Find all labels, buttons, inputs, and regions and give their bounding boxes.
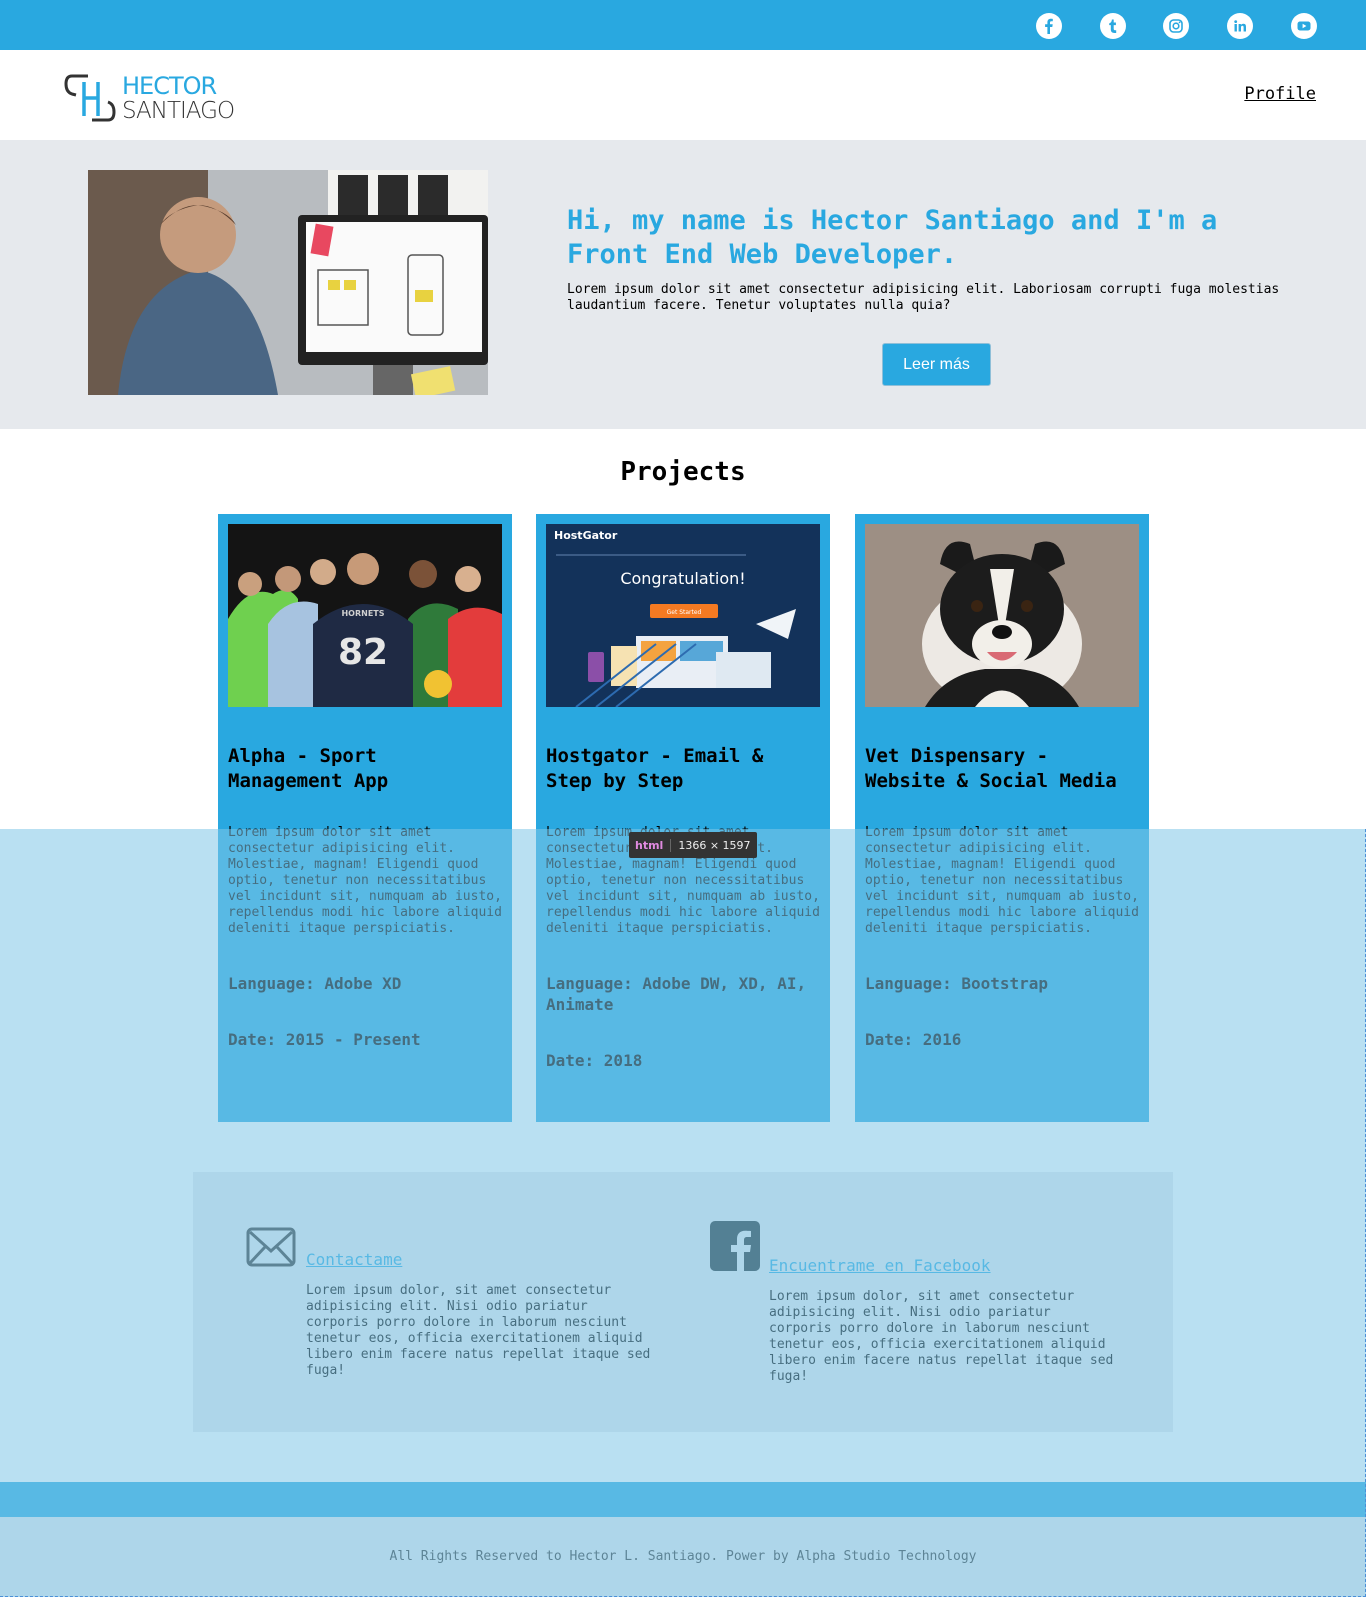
projects-heading: Projects bbox=[620, 457, 746, 487]
project-card-alpha[interactable]: 82 HORNETS Alpha - Sport Management App … bbox=[218, 514, 512, 1122]
linkedin-icon[interactable] bbox=[1227, 13, 1253, 39]
svg-text:82: 82 bbox=[338, 632, 388, 673]
project-date: Date: 2016 bbox=[865, 1030, 962, 1049]
social-bar bbox=[0, 0, 1366, 50]
contact-section: Contactame Lorem ipsum dolor, sit amet c… bbox=[193, 1172, 1173, 1432]
project-language: Language: Adobe DW, XD, AI, Animate bbox=[546, 974, 807, 1014]
project-image-vet bbox=[865, 524, 1139, 707]
hero-image bbox=[88, 170, 488, 395]
nav-profile-link[interactable]: Profile bbox=[1244, 84, 1316, 104]
hostgator-headline: Congratulation! bbox=[620, 569, 745, 588]
footer-bar bbox=[0, 1482, 1366, 1517]
devtools-tag-name: html bbox=[635, 838, 672, 852]
project-card-vet[interactable]: Vet Dispensary - Website & Social Media … bbox=[855, 514, 1149, 1122]
project-date: Date: 2015 - Present bbox=[228, 1030, 421, 1049]
logo-text-first: HECTOR bbox=[122, 72, 217, 100]
project-description: Lorem ipsum dolor sit amet consectetur a… bbox=[865, 825, 1139, 936]
hero-section: Hi, my name is Hector Santiago and I'm a… bbox=[0, 140, 1366, 429]
svg-text:HORNETS: HORNETS bbox=[341, 609, 384, 618]
project-image-alpha: 82 HORNETS bbox=[228, 524, 502, 707]
read-more-button[interactable]: Leer más bbox=[882, 343, 991, 386]
youtube-icon[interactable] bbox=[1291, 13, 1317, 39]
contact-facebook-link[interactable]: Encuentrame en Facebook bbox=[769, 1256, 991, 1275]
hostgator-cta: Get Started bbox=[667, 609, 702, 616]
devtools-element-size: 1366 × 1597 bbox=[678, 838, 751, 852]
project-description: Lorem ipsum dolor sit amet consectetur a… bbox=[228, 825, 502, 936]
project-language: Language: Bootstrap bbox=[865, 974, 1049, 993]
site-header: HECTOR SANTIAGO Profile bbox=[0, 50, 1366, 140]
project-image-hostgator: HostGator Congratulation! Get Started bbox=[546, 524, 820, 707]
contact-email-text: Lorem ipsum dolor, sit amet consectetur … bbox=[306, 1283, 651, 1378]
logo-text-last: SANTIAGO bbox=[122, 98, 235, 124]
project-card-hostgator[interactable]: HostGator Congratulation! Get Started Ho… bbox=[536, 514, 830, 1122]
facebook-icon[interactable] bbox=[1036, 13, 1062, 39]
site-footer: All Rights Reserved to Hector L. Santiag… bbox=[0, 1517, 1366, 1597]
project-title: Alpha - Sport Management App bbox=[228, 745, 389, 792]
project-date: Date: 2018 bbox=[546, 1051, 643, 1070]
project-title: Vet Dispensary - Website & Social Media bbox=[865, 745, 1117, 792]
logo-monogram-icon bbox=[64, 74, 116, 122]
site-logo[interactable]: HECTOR SANTIAGO bbox=[64, 72, 254, 124]
facebook-square-icon bbox=[710, 1221, 760, 1271]
envelope-icon bbox=[246, 1227, 296, 1267]
project-title: Hostgator - Email & Step by Step bbox=[546, 745, 764, 792]
hostgator-logo-text: HostGator bbox=[554, 529, 618, 542]
tumblr-icon[interactable] bbox=[1100, 13, 1126, 39]
instagram-icon[interactable] bbox=[1163, 13, 1189, 39]
footer-copyright: All Rights Reserved to Hector L. Santiag… bbox=[389, 1549, 977, 1564]
devtools-element-tooltip: html 1366 × 1597 bbox=[629, 832, 757, 858]
hero-description: Lorem ipsum dolor sit amet consectetur a… bbox=[567, 282, 1280, 313]
hero-title: Hi, my name is Hector Santiago and I'm a… bbox=[567, 205, 1218, 270]
project-language: Language: Adobe XD bbox=[228, 974, 402, 993]
contact-email-link[interactable]: Contactame bbox=[306, 1250, 402, 1269]
contact-facebook-text: Lorem ipsum dolor, sit amet consectetur … bbox=[769, 1289, 1114, 1384]
